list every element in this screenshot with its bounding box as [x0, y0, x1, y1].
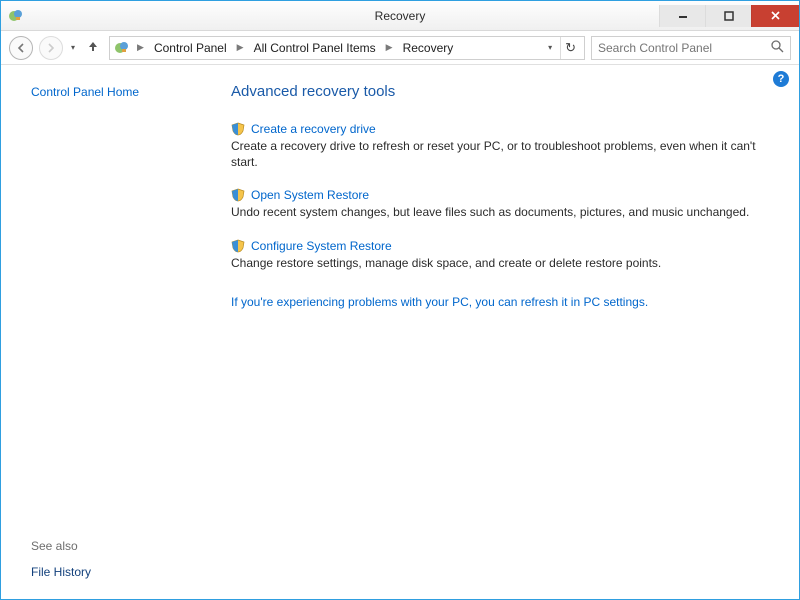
breadcrumb-item[interactable]: All Control Panel Items	[251, 40, 379, 56]
tool-create-recovery-drive: Create a recovery drive Create a recover…	[231, 122, 769, 170]
help-icon[interactable]: ?	[773, 71, 789, 87]
address-bar[interactable]: ▶ Control Panel ▶ All Control Panel Item…	[109, 36, 585, 60]
page-heading: Advanced recovery tools	[231, 83, 769, 100]
up-button[interactable]	[83, 40, 103, 55]
tool-configure-system-restore: Configure System Restore Change restore …	[231, 239, 769, 271]
title-bar: Recovery	[1, 1, 799, 31]
breadcrumb-item[interactable]: Recovery	[400, 40, 457, 56]
window-title: Recovery	[375, 9, 426, 23]
tool-description: Change restore settings, manage disk spa…	[231, 255, 769, 271]
main-content: ? Advanced recovery tools Create a recov…	[221, 65, 799, 599]
recent-locations-dropdown[interactable]: ▾	[69, 43, 77, 52]
control-panel-home-link[interactable]: Control Panel Home	[31, 85, 211, 99]
shield-icon	[231, 239, 245, 253]
chevron-right-icon[interactable]: ▶	[383, 42, 396, 53]
sidebar: Control Panel Home See also File History	[1, 65, 221, 599]
chevron-right-icon[interactable]: ▶	[234, 42, 247, 53]
chevron-right-icon[interactable]: ▶	[134, 42, 147, 53]
create-recovery-drive-link[interactable]: Create a recovery drive	[251, 122, 376, 136]
tool-description: Create a recovery drive to refresh or re…	[231, 138, 769, 170]
refresh-button[interactable]: ↻	[560, 37, 580, 59]
nav-bar: ▾ ▶ Control Panel ▶ All Control Panel It…	[1, 31, 799, 65]
tool-description: Undo recent system changes, but leave fi…	[231, 204, 769, 220]
search-box[interactable]	[591, 36, 791, 60]
file-history-link[interactable]: File History	[31, 565, 211, 579]
breadcrumb-item[interactable]: Control Panel	[151, 40, 230, 56]
window-controls	[659, 5, 799, 27]
forward-button[interactable]	[39, 36, 63, 60]
address-dropdown-icon[interactable]: ▾	[548, 43, 552, 52]
configure-system-restore-link[interactable]: Configure System Restore	[251, 239, 392, 253]
app-icon	[7, 7, 25, 25]
pc-settings-refresh-link[interactable]: If you're experiencing problems with you…	[231, 295, 648, 309]
maximize-button[interactable]	[705, 5, 751, 27]
shield-icon	[231, 122, 245, 136]
back-button[interactable]	[9, 36, 33, 60]
close-button[interactable]	[751, 5, 799, 27]
search-icon[interactable]	[771, 40, 784, 56]
minimize-button[interactable]	[659, 5, 705, 27]
shield-icon	[231, 188, 245, 202]
address-icon	[114, 40, 130, 56]
tool-open-system-restore: Open System Restore Undo recent system c…	[231, 188, 769, 220]
open-system-restore-link[interactable]: Open System Restore	[251, 188, 369, 202]
see-also-heading: See also	[31, 539, 211, 553]
search-input[interactable]	[598, 41, 771, 55]
